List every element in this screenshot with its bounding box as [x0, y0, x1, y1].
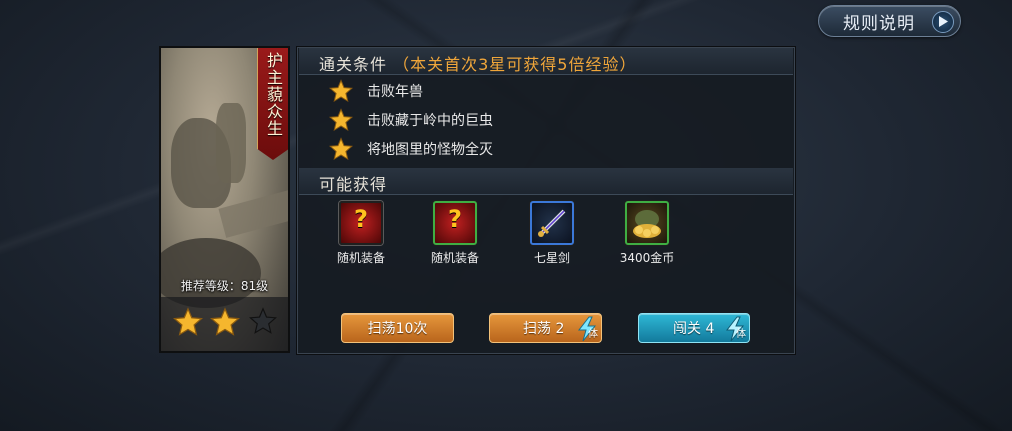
- gold-coins-icon: [625, 201, 669, 245]
- stamina-label: 体: [736, 329, 746, 340]
- empty-star-icon: [249, 307, 277, 334]
- condition-text: 击败藏于岭中的巨虫: [367, 113, 493, 129]
- stage-card[interactable]: 护主藐众生 推荐等级：81级: [159, 46, 290, 353]
- gold-star-icon: [329, 108, 353, 132]
- reward-item[interactable]: ? 随机装备: [415, 201, 495, 266]
- stage-name: 护主藐众生: [264, 52, 283, 137]
- challenge-label: 闯关 4: [673, 321, 715, 337]
- reward-name: 3400金币: [619, 251, 675, 265]
- rules-button[interactable]: 规则说明: [818, 5, 961, 37]
- rewards-title: 可能获得: [319, 175, 388, 194]
- condition-item: 击败年兽: [329, 79, 423, 103]
- reward-item[interactable]: ? 随机装备: [321, 201, 401, 266]
- gold-star-icon: [329, 137, 353, 161]
- sweep-label: 扫荡 2: [523, 321, 565, 337]
- condition-item: 击败藏于岭中的巨虫: [329, 108, 493, 132]
- clear-conditions-title: 通关条件: [319, 55, 388, 74]
- condition-item: 将地图里的怪物全灭: [329, 137, 493, 161]
- rewards-header: 可能获得: [299, 168, 793, 195]
- reward-name: 随机装备: [336, 251, 385, 265]
- challenge-button[interactable]: 闯关 4 体: [638, 313, 750, 343]
- reward-item[interactable]: 七星剑: [512, 201, 592, 266]
- sweep-10-button[interactable]: 扫荡10次: [341, 313, 454, 343]
- stage-name-banner: 护主藐众生: [257, 48, 288, 160]
- scene-rock: [216, 103, 246, 183]
- clear-conditions-note: （本关首次3星可获得5倍经验）: [393, 55, 637, 74]
- random-equipment-icon: ?: [433, 201, 477, 245]
- condition-text: 击败年兽: [367, 84, 423, 100]
- random-equipment-icon: ?: [339, 201, 383, 245]
- gold-star-icon: [173, 307, 203, 336]
- scene-wall: [218, 188, 288, 238]
- seven-star-sword-icon: [530, 201, 574, 245]
- condition-text: 将地图里的怪物全灭: [367, 142, 493, 158]
- sweep-button[interactable]: 扫荡 2 体: [489, 313, 602, 343]
- stamina-label: 体: [588, 329, 598, 340]
- stage-detail-panel: 通关条件 （本关首次3星可获得5倍经验） 击败年兽 击败藏于岭中的巨虫 将地图里…: [296, 46, 796, 355]
- gold-star-icon: [210, 307, 240, 336]
- play-arrow-icon: [932, 11, 954, 33]
- recommended-level: 推荐等级：81级: [180, 279, 269, 293]
- reward-item[interactable]: 3400金币: [607, 201, 687, 266]
- sweep-10-label: 扫荡10次: [367, 321, 428, 337]
- gold-star-icon: [329, 79, 353, 103]
- stage-star-rating: [161, 297, 288, 351]
- reward-name: 随机装备: [430, 251, 479, 265]
- rules-button-label: 规则说明: [843, 13, 915, 34]
- reward-name: 七星剑: [533, 251, 570, 265]
- clear-conditions-header: 通关条件 （本关首次3星可获得5倍经验）: [299, 48, 793, 75]
